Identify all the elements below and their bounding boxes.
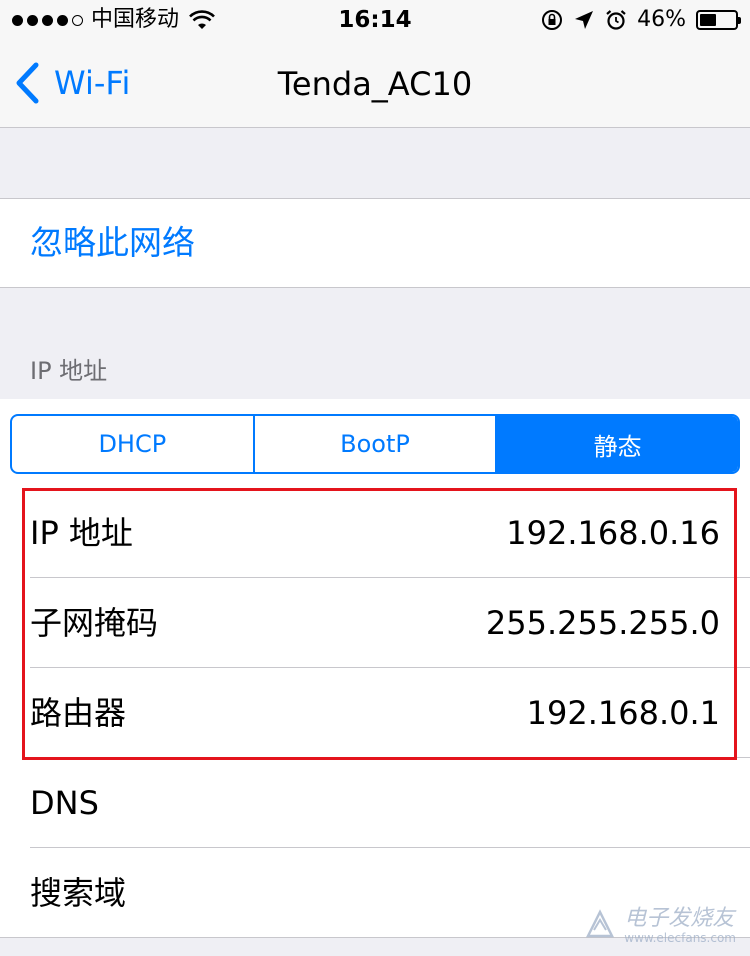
router-value[interactable]: 192.168.0.1 <box>527 691 720 735</box>
row-dns[interactable]: DNS <box>0 758 750 848</box>
orientation-lock-icon <box>542 10 563 30</box>
ip-mode-segmented-control: DHCP BootP 静态 <box>10 414 740 474</box>
watermark: 电子发烧友 www.elecfans.com <box>580 906 736 946</box>
ip-address-label: IP 地址 <box>30 514 133 552</box>
subnet-mask-label: 子网掩码 <box>30 604 159 642</box>
row-router[interactable]: 路由器 192.168.0.1 <box>0 668 750 758</box>
forget-network-cell[interactable]: 忽略此网络 <box>0 198 750 288</box>
row-subnet-mask[interactable]: 子网掩码 255.255.255.0 <box>0 578 750 668</box>
subnet-mask-value[interactable]: 255.255.255.0 <box>486 601 720 645</box>
battery-percent: 46% <box>637 7 686 32</box>
forget-network-button[interactable]: 忽略此网络 <box>30 221 195 265</box>
ip-section-header: IP 地址 <box>30 357 108 385</box>
page-title: Tenda_AC10 <box>277 65 473 103</box>
segment-dhcp[interactable]: DHCP <box>12 416 255 472</box>
battery-icon <box>696 10 741 30</box>
battery-level <box>700 14 716 26</box>
watermark-url: www.elecfans.com <box>624 931 736 945</box>
alarm-icon <box>606 10 626 30</box>
status-bar: 中国移动 16:14 46% <box>0 0 750 40</box>
location-icon <box>575 11 594 29</box>
ip-settings-list: IP 地址 192.168.0.16 子网掩码 255.255.255.0 路由… <box>0 488 750 938</box>
dns-label: DNS <box>30 784 99 822</box>
watermark-title: 电子发烧友 <box>624 906 735 931</box>
row-ip-address[interactable]: IP 地址 192.168.0.16 <box>0 488 750 578</box>
segment-static[interactable]: 静态 <box>497 416 738 472</box>
ip-address-value[interactable]: 192.168.0.16 <box>506 511 720 555</box>
watermark-logo-icon <box>586 909 615 938</box>
segment-bootp[interactable]: BootP <box>255 416 498 472</box>
router-label: 路由器 <box>30 694 127 732</box>
search-domain-label: 搜索域 <box>30 874 127 912</box>
status-bar-right: 46% <box>541 6 741 34</box>
navigation-bar: Wi-Fi Tenda_AC10 <box>0 40 750 128</box>
